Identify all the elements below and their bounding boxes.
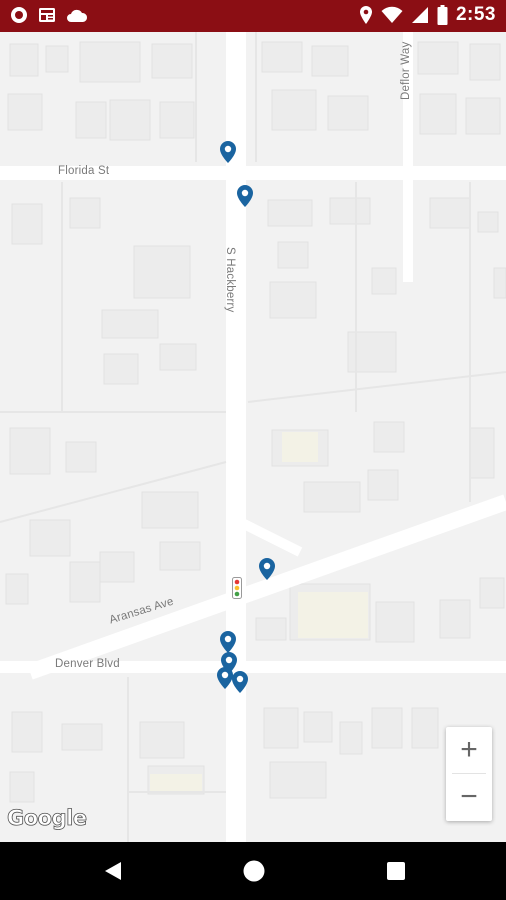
news-icon (38, 6, 56, 24)
map-pin-icon[interactable] (231, 670, 249, 694)
back-icon[interactable] (101, 859, 125, 883)
street-label-denver: Denver Blvd (55, 658, 120, 670)
google-logo: Google (7, 806, 88, 831)
map-pin-icon[interactable] (236, 184, 254, 208)
battery-icon (437, 5, 448, 25)
opera-icon (10, 6, 28, 24)
recents-icon[interactable] (384, 859, 408, 883)
clock-time: 2:53 (455, 4, 496, 25)
street-label-deflor: Deflor Way (400, 41, 412, 100)
zoom-in-button[interactable]: + (446, 727, 492, 773)
zoom-out-button[interactable]: − (446, 774, 492, 820)
map-pin-icon[interactable] (219, 140, 237, 164)
home-icon[interactable] (242, 859, 266, 883)
navigation-bar (0, 842, 506, 900)
map-pin-icon[interactable] (258, 557, 276, 581)
status-bar: 2:53 (0, 0, 506, 32)
traffic-light-icon (232, 577, 242, 599)
map-base (0, 32, 506, 842)
street-label-hackberry: S Hackberry (224, 247, 236, 313)
street-label-florida: Florida St (58, 165, 110, 177)
signal-icon (411, 6, 429, 24)
map-view[interactable]: Florida St S Hackberry Deflor Way Aransa… (0, 32, 506, 842)
zoom-controls: + − (446, 727, 492, 821)
cloud-icon (66, 7, 88, 23)
wifi-icon (381, 6, 403, 24)
location-icon (359, 5, 373, 25)
